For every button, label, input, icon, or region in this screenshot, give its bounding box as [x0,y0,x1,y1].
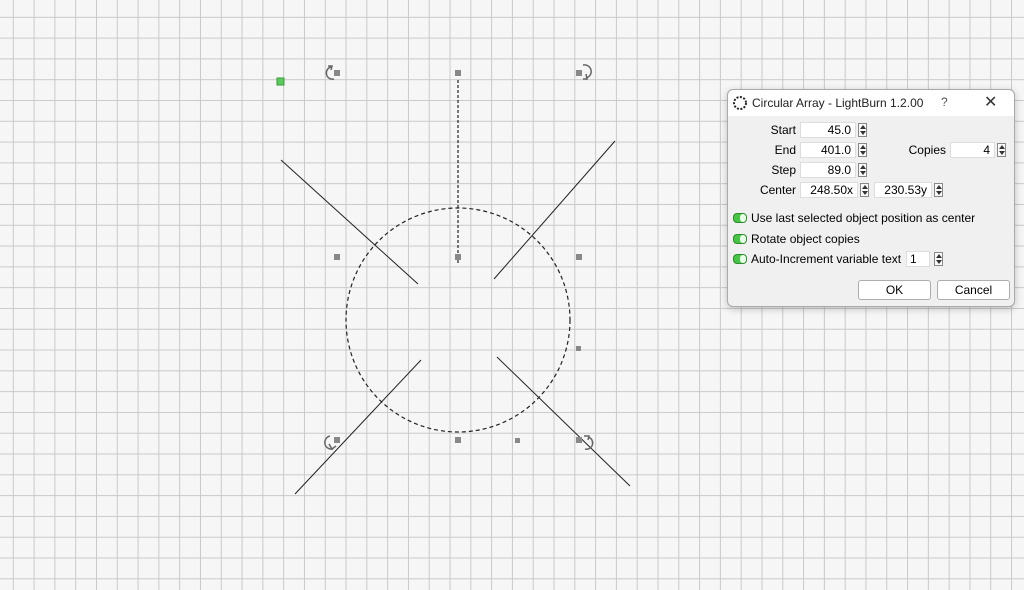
array-line-lower-left[interactable] [294,359,422,495]
lightburn-icon [733,96,747,110]
center-x-input[interactable]: 248.50x [800,182,858,198]
dialog-titlebar[interactable]: Circular Array - LightBurn 1.2.00 ? ✕ [728,90,1014,116]
selection-handle[interactable] [334,254,340,260]
end-label: End [774,143,796,157]
use-last-label: Use last selected object position as cen… [751,211,976,225]
cancel-button[interactable]: Cancel [937,280,1010,300]
copies-spinner[interactable] [997,143,1006,157]
origin-marker-icon [276,77,285,86]
auto-increment-spinner[interactable] [934,252,943,266]
circular-array-dialog[interactable]: Circular Array - LightBurn 1.2.00 ? ✕ St… [727,89,1015,307]
rotate-handle-icon[interactable] [325,65,335,80]
selection-handle[interactable] [334,437,340,443]
selection-handle[interactable] [334,70,340,76]
help-button[interactable]: ? [941,95,948,109]
center-x-spinner[interactable] [860,183,869,197]
rotate-copies-toggle[interactable] [733,234,747,244]
step-input[interactable]: 89.0 [800,162,856,178]
rotate-handle-icon[interactable] [582,64,592,80]
use-last-toggle[interactable] [733,213,747,223]
center-y-spinner[interactable] [934,183,943,197]
selection-handle[interactable] [576,346,581,351]
selection-handle[interactable] [455,254,461,260]
start-label: Start [770,123,796,137]
start-spinner[interactable] [858,123,867,137]
array-line-upper-right[interactable] [493,140,616,280]
end-spinner[interactable] [858,143,867,157]
ok-button[interactable]: OK [858,280,931,300]
step-label: Step [771,163,796,177]
center-y-input[interactable]: 230.53y [874,182,932,198]
dialog-title: Circular Array - LightBurn 1.2.00 [752,96,924,110]
copies-input[interactable]: 4 [950,142,995,158]
array-line-upper-left[interactable] [280,159,419,285]
auto-increment-label: Auto-Increment variable text [751,252,902,266]
close-button[interactable]: ✕ [984,92,997,112]
auto-increment-toggle[interactable] [733,254,747,264]
start-input[interactable]: 45.0 [800,122,856,138]
end-input[interactable]: 401.0 [800,142,856,158]
copies-label: Copies [908,143,946,157]
array-line-lower-right[interactable] [496,356,631,487]
step-spinner[interactable] [858,163,867,177]
selection-handle[interactable] [455,70,461,76]
selection-handle[interactable] [515,438,520,443]
auto-increment-input[interactable]: 1 [906,251,930,267]
selection-handle[interactable] [455,437,461,443]
rotate-copies-label: Rotate object copies [751,232,860,246]
selection-handle[interactable] [576,70,582,76]
selection-handle[interactable] [576,437,582,443]
selection-handle[interactable] [576,254,582,260]
center-label: Center [759,183,796,197]
